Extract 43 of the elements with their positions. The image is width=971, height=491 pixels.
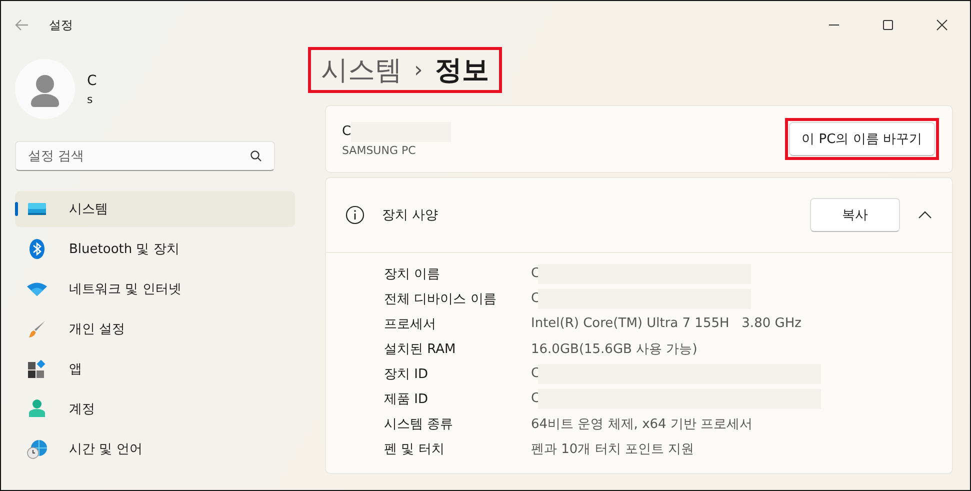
spec-label: 장치 ID — [384, 366, 429, 382]
spec-label: 설치된 RAM — [384, 340, 457, 358]
search-field[interactable]: 설정 검색 — [15, 141, 275, 171]
close-icon[interactable] — [936, 19, 948, 31]
spec-label: 펜 및 터치 — [384, 440, 446, 458]
chevron-icon[interactable] — [918, 210, 932, 220]
spec-value: 16.0GB(15.6GB 사용 가능) — [531, 340, 698, 358]
copy-button[interactable]: 복사 — [810, 198, 900, 232]
maximize-icon[interactable] — [882, 19, 894, 31]
spec-label: 시스템 종류 — [384, 416, 454, 432]
spec-label: 장치 이름 — [384, 266, 442, 282]
section-title: 장치 사양 — [382, 207, 440, 224]
spec-label: 프로세서 — [384, 316, 437, 332]
person-icon — [26, 399, 48, 419]
rename-button[interactable]: 이 PC의 이름 바꾸기 — [788, 122, 935, 156]
monitor-icon — [26, 202, 48, 216]
sidebar-item[interactable]: 네트워크 및 인터넷 — [15, 271, 295, 307]
spec-label: 제품 ID — [384, 390, 429, 408]
sidebar-item[interactable]: 시스템 — [15, 191, 295, 227]
user-email: s — [87, 92, 94, 106]
window-title: 설정 — [49, 16, 73, 34]
sidebar-item[interactable]: Bluetooth 및 장치 — [15, 231, 295, 267]
apps-icon — [26, 360, 48, 378]
wifi-icon — [26, 282, 48, 296]
page-title: 정보 — [434, 54, 489, 88]
info-icon — [345, 205, 365, 225]
globe-clock-icon — [26, 439, 48, 459]
sidebar-item[interactable]: 개인 설정 — [15, 311, 295, 347]
avatar-icon — [15, 59, 75, 119]
user-name: C — [87, 72, 97, 88]
spec-value: Intel(R) Core(TM) Ultra 7 155H 3.80 GHz — [531, 316, 802, 331]
spec-value: 64비트 운영 체제, x64 기반 프로세서 — [531, 416, 753, 432]
search-icon — [250, 150, 262, 162]
sidebar-item[interactable]: 시간 및 언어 — [15, 431, 295, 467]
paintbrush-icon — [26, 320, 48, 338]
spec-value: 펜과 10개 터치 포인트 지원 — [531, 440, 694, 458]
sidebar-item[interactable]: 계정 — [15, 391, 295, 427]
breadcrumb-link[interactable]: 시스템 — [321, 52, 402, 88]
spec-label: 전체 디바이스 이름 — [384, 290, 498, 308]
device-name: C — [342, 124, 352, 139]
sidebar-item[interactable]: 앱 — [15, 351, 295, 387]
breadcrumb-separator: › — [414, 58, 423, 82]
device-model: SAMSUNG PC — [342, 144, 417, 156]
